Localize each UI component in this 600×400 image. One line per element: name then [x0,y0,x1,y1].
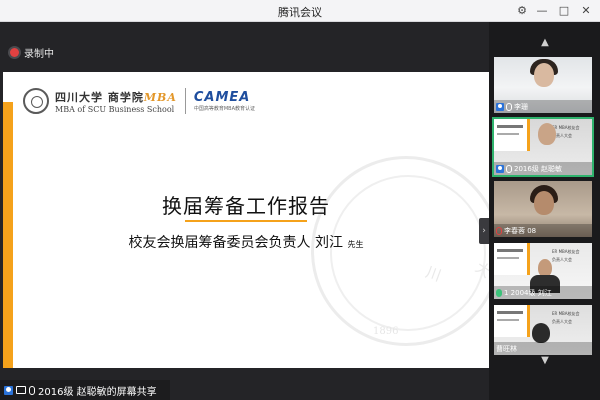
scroll-up-icon[interactable]: ▲ [538,36,552,50]
scroll-down-icon[interactable]: ▼ [538,354,552,368]
camea-logo: CAMEA 中国高等教育MBA教育认证 [194,90,255,112]
participant-name: 李珊 [514,102,528,111]
screen-share-status: 2016级 赵聪敏的屏幕共享 [0,380,170,400]
participant-face [534,191,554,215]
shared-slide-thumbnail [494,243,530,275]
microphone-icon [29,385,35,395]
window-titlebar: 腾讯会议 ⚙ — □ ✕ [0,0,600,22]
thumbnail-text: 负责人大会 [552,319,572,324]
title-underline [185,220,307,222]
watermark-glyph: 川 [423,262,444,285]
participant-tile[interactable]: ER MBA校友会 负责人大会 曹旺林 [494,305,592,355]
scu-cn-name: 四川大学 商学院 [55,90,144,104]
participant-face [534,63,554,87]
shared-slide-thumbnail [494,305,530,337]
participant-label: 1 2004级 刘江 [494,286,592,299]
participant-tile[interactable]: 李春蓉 08 [494,181,592,237]
thumbnail-text: ER MBA校友会 [552,125,580,130]
participant-face [538,123,556,145]
watermark-year: 1896 [373,326,399,337]
shared-slide-thumbnail [494,119,530,151]
camea-subtitle: 中国高等教育MBA教育认证 [193,106,256,112]
participant-label: 2016级 赵聪敏 [494,162,592,175]
microphone-speaking-icon [496,288,502,297]
microphone-muted-icon [496,226,502,235]
participant-tile[interactable]: ER MBA校友会 负责人大会 1 2004级 刘江 [494,243,592,299]
user-icon [4,385,13,395]
window-title: 腾讯会议 [278,6,322,19]
slide-logos: 四川大学 商学院MBA MBA of SCU Business School C… [23,88,255,114]
slide-subtitle: 校友会换届筹备委员会负责人 刘江 先生 [3,232,489,252]
settings-icon[interactable]: ⚙ [514,3,530,19]
user-icon [496,102,504,111]
screen-share-label: 2016级 赵聪敏的屏幕共享 [38,386,157,398]
slide-subtitle-suffix: 先生 [347,240,364,249]
watermark-glyph: 大 [471,258,489,282]
participant-name: 2016级 赵聪敏 [514,164,563,173]
thumbnail-text: ER MBA校友会 [552,311,580,316]
thumbnail-text: 负责人大会 [552,257,572,262]
participant-face [532,323,550,343]
scu-seal-logo [23,88,49,114]
close-icon[interactable]: ✕ [578,3,594,19]
scu-en-name: MBA of SCU Business School [55,104,175,114]
thumbnail-text: ER MBA校友会 [552,249,580,254]
camea-name: CAMEA [193,90,251,105]
scu-mba-mark: MBA [143,90,177,104]
participant-tile[interactable]: 李珊 [494,57,592,113]
logo-divider [184,88,186,114]
shared-screen-stage: 录制中 四川大学 商学院MBA MBA of SCU Business Scho… [0,22,489,400]
maximize-icon[interactable]: □ [556,3,572,19]
participant-name: 李春蓉 08 [504,226,537,235]
recording-indicator[interactable]: 录制中 [10,44,54,60]
user-icon [496,164,504,173]
scu-logo-text: 四川大学 商学院MBA MBA of SCU Business School [55,89,177,114]
recording-dot-icon [10,47,19,57]
participant-label: 李珊 [494,100,592,113]
microphone-icon [506,164,512,173]
slide-subtitle-text: 校友会换届筹备委员会负责人 刘江 [128,235,343,251]
participant-name: 曹旺林 [496,344,517,353]
minimize-icon[interactable]: — [534,3,550,19]
slide-title: 换届筹备工作报告 [162,194,330,218]
presentation-slide: 四川大学 商学院MBA MBA of SCU Business School C… [3,72,489,368]
recording-label: 录制中 [24,48,54,60]
participant-name: 1 2004级 刘江 [504,288,552,297]
collapse-panel-button[interactable]: › [479,218,489,244]
screen-share-icon [16,386,26,394]
participant-tile[interactable]: ER MBA校友会 负责人大会 2016级 赵聪敏 [492,117,594,177]
participant-video-panel: ▲ 李珊 ER MBA校友会 负责人大会 2016级 赵聪敏 李春蓉 08 ER… [489,22,600,400]
microphone-icon [506,102,512,111]
participant-label: 李春蓉 08 [494,224,592,237]
